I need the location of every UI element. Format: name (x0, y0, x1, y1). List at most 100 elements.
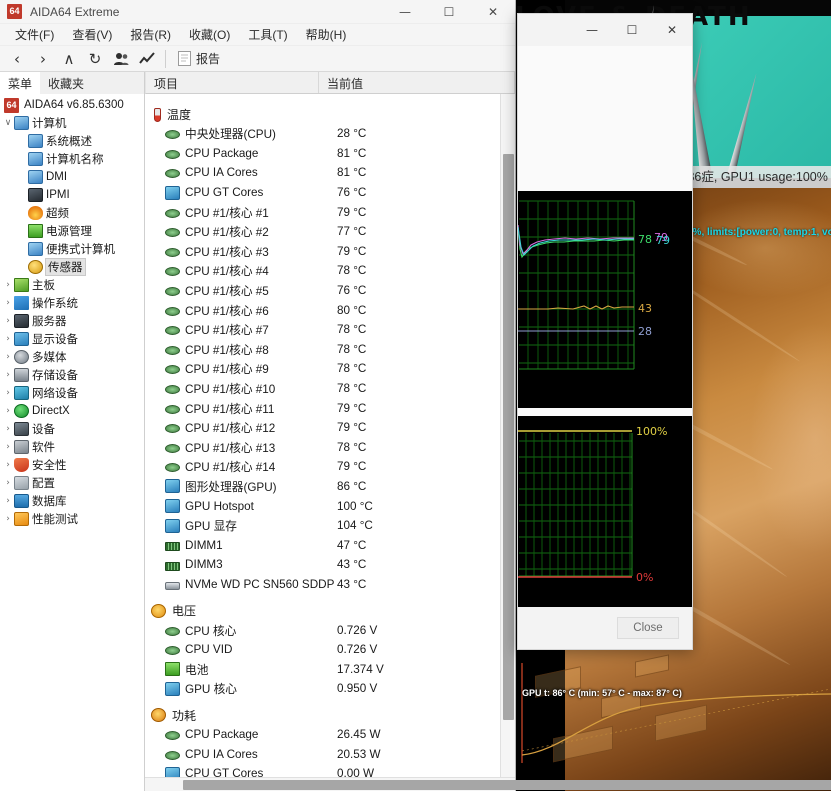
sensor-row[interactable]: 图形处理器(GPU)86 °C (145, 477, 515, 497)
sensor-row[interactable]: CPU IA Cores81 °C (145, 163, 515, 183)
tree-item-9[interactable]: ›主板 (0, 276, 144, 294)
sensor-row[interactable]: CPU #1/核心 #878 °C (145, 340, 515, 360)
back-icon[interactable]: ‹ (4, 47, 30, 71)
tree-item-20[interactable]: ›配置 (0, 474, 144, 492)
sensor-row[interactable]: CPU #1/核心 #978 °C (145, 359, 515, 379)
sensor-row[interactable]: CPU 核心0.726 V (145, 620, 515, 640)
tree-item-12[interactable]: ›显示设备 (0, 330, 144, 348)
column-header-item[interactable]: 项目 (146, 72, 319, 93)
tree-item-21[interactable]: ›数据库 (0, 492, 144, 510)
sensor-row[interactable]: CPU #1/核心 #778 °C (145, 320, 515, 340)
vertical-scroll-thumb[interactable] (503, 154, 514, 720)
sensor-row[interactable]: CPU #1/核心 #1479 °C (145, 457, 515, 477)
sensor-row[interactable]: DIMM147 °C (145, 535, 515, 555)
sensor-row[interactable]: 电池17.374 V (145, 659, 515, 679)
sensor-row[interactable]: CPU #1/核心 #1279 °C (145, 418, 515, 438)
chevron-right-icon[interactable]: › (2, 370, 14, 380)
chevron-right-icon[interactable]: › (2, 424, 14, 434)
menu-report[interactable]: 报告(R) (121, 24, 180, 45)
chevron-right-icon[interactable]: › (2, 280, 14, 290)
sensor-row[interactable]: CPU IA Cores20.53 W (145, 744, 515, 764)
sensor-row[interactable]: CPU #1/核心 #179 °C (145, 202, 515, 222)
chart-icon[interactable] (134, 47, 160, 71)
sensor-row[interactable]: CPU #1/核心 #478 °C (145, 261, 515, 281)
sensor-row[interactable]: CPU VID0.726 V (145, 640, 515, 660)
overlay-close-button[interactable]: ✕ (652, 14, 692, 46)
up-icon[interactable]: ∧ (56, 47, 82, 71)
menu-view[interactable]: 查看(V) (63, 24, 121, 45)
forward-icon[interactable]: › (30, 47, 56, 71)
overlay-maximize-button[interactable]: ☐ (612, 14, 652, 46)
minimize-button[interactable]: — (383, 0, 427, 24)
column-header-value[interactable]: 当前值 (319, 72, 515, 93)
tree-item-1[interactable]: 系统概述 (0, 132, 144, 150)
vertical-scrollbar[interactable] (500, 94, 515, 777)
menu-file[interactable]: 文件(F) (6, 24, 63, 45)
menu-favorites[interactable]: 收藏(O) (180, 24, 239, 45)
horizontal-scrollbar[interactable] (145, 777, 515, 791)
chevron-right-icon[interactable]: › (2, 316, 14, 326)
tree-item-0[interactable]: ∨计算机 (0, 114, 144, 132)
tree-item-22[interactable]: ›性能测试 (0, 510, 144, 528)
overlay-close-action-button[interactable]: Close (617, 617, 679, 639)
sensor-row[interactable]: GPU 显存104 °C (145, 516, 515, 536)
tree-item-7[interactable]: 便携式计算机 (0, 240, 144, 258)
sensor-row[interactable]: CPU Package81 °C (145, 144, 515, 164)
tree-item-8[interactable]: 传感器 (0, 258, 144, 276)
chevron-right-icon[interactable]: › (2, 352, 14, 362)
chevron-right-icon[interactable]: › (2, 496, 14, 506)
tree-item-17[interactable]: ›设备 (0, 420, 144, 438)
sensor-name: CPU #1/核心 #12 (185, 419, 337, 436)
chevron-right-icon[interactable]: › (2, 460, 14, 470)
menu-help[interactable]: 帮助(H) (297, 24, 356, 45)
chevron-right-icon[interactable]: › (2, 442, 14, 452)
tree-item-11[interactable]: ›服务器 (0, 312, 144, 330)
overlay-minimize-button[interactable]: — (572, 14, 612, 46)
tree-item-16[interactable]: ›DirectX (0, 402, 144, 420)
sensor-row[interactable]: CPU #1/核心 #1179 °C (145, 398, 515, 418)
chevron-right-icon[interactable]: › (2, 514, 14, 524)
refresh-icon[interactable]: ↻ (82, 47, 108, 71)
tree-item-4[interactable]: IPMI (0, 186, 144, 204)
chevron-right-icon[interactable]: › (2, 334, 14, 344)
tree-item-13[interactable]: ›多媒体 (0, 348, 144, 366)
sensor-row[interactable]: GPU Hotspot100 °C (145, 496, 515, 516)
chevron-right-icon[interactable]: › (2, 406, 14, 416)
menu-tools[interactable]: 工具(T) (239, 24, 296, 45)
tree-root[interactable]: 64 AIDA64 v6.85.6300 (0, 96, 144, 114)
sensor-row[interactable]: CPU GT Cores0.00 W (145, 764, 515, 777)
maximize-button[interactable]: ☐ (427, 0, 471, 24)
sensor-row[interactable]: CPU #1/核心 #277 °C (145, 222, 515, 242)
chevron-down-icon[interactable]: ∨ (2, 118, 14, 128)
tab-favorites[interactable]: 收藏夹 (40, 72, 92, 94)
report-button[interactable]: 报告 (171, 47, 227, 71)
sensor-row[interactable]: DIMM343 °C (145, 555, 515, 575)
sensor-row[interactable]: CPU #1/核心 #1078 °C (145, 379, 515, 399)
chevron-right-icon[interactable]: › (2, 298, 14, 308)
tree-item-15[interactable]: ›网络设备 (0, 384, 144, 402)
tab-menu[interactable]: 菜单 (0, 72, 40, 94)
sensor-row[interactable]: CPU #1/核心 #379 °C (145, 242, 515, 262)
chevron-right-icon[interactable]: › (2, 388, 14, 398)
tree-item-19[interactable]: ›安全性 (0, 456, 144, 474)
tree-item-14[interactable]: ›存储设备 (0, 366, 144, 384)
tree-item-18[interactable]: ›软件 (0, 438, 144, 456)
sensor-row[interactable]: CPU Package26.45 W (145, 725, 515, 745)
sensor-row[interactable]: 中央处理器(CPU)28 °C (145, 124, 515, 144)
close-button[interactable]: ✕ (471, 0, 515, 24)
chevron-right-icon[interactable]: › (2, 478, 14, 488)
tree-item-5[interactable]: 超频 (0, 204, 144, 222)
sensor-row[interactable]: GPU 核心0.950 V (145, 679, 515, 699)
tree-item-10[interactable]: ›操作系统 (0, 294, 144, 312)
tree-item-6[interactable]: 电源管理 (0, 222, 144, 240)
section-title: 温度 (167, 106, 191, 123)
tree-item-3[interactable]: DMI (0, 168, 144, 186)
sensor-row[interactable]: CPU #1/核心 #576 °C (145, 281, 515, 301)
sensor-row[interactable]: CPU #1/核心 #680 °C (145, 300, 515, 320)
horizontal-scroll-thumb[interactable] (183, 780, 831, 790)
sensor-row[interactable]: CPU GT Cores76 °C (145, 183, 515, 203)
sensor-row[interactable]: NVMe WD PC SN560 SDDP43 °C (145, 575, 515, 595)
users-icon[interactable] (108, 47, 134, 71)
tree-item-2[interactable]: 计算机名称 (0, 150, 144, 168)
sensor-row[interactable]: CPU #1/核心 #1378 °C (145, 438, 515, 458)
